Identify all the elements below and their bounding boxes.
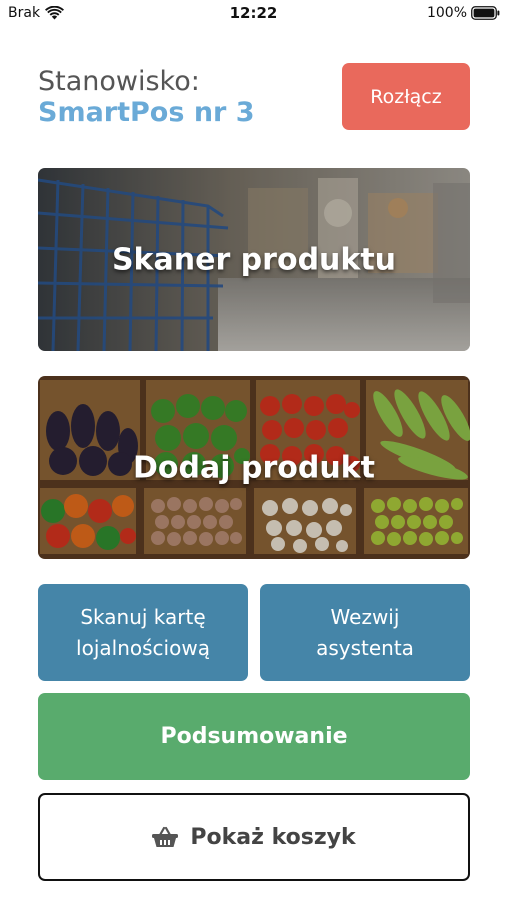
basket-icon — [152, 826, 179, 847]
battery-icon — [471, 6, 500, 20]
disconnect-button[interactable]: Rozłącz — [342, 63, 470, 130]
station-name: SmartPos nr 3 — [38, 97, 255, 128]
station-label: Stanowisko: — [38, 66, 200, 97]
scan-loyalty-card-label-line2: lojalnościową — [76, 635, 210, 660]
call-assistant-label-line1: Wezwij — [330, 604, 400, 629]
battery-percentage: 100% — [426, 5, 467, 21]
show-cart-button[interactable]: Pokaż koszyk — [38, 793, 470, 881]
add-product-label: Dodaj produkt — [133, 450, 375, 485]
call-assistant-button[interactable]: Wezwij asystenta — [260, 584, 470, 681]
scan-product-tile[interactable]: Skaner produktu — [38, 168, 470, 351]
scan-product-label: Skaner produktu — [111, 242, 397, 277]
call-assistant-label-line2: asystenta — [316, 635, 414, 660]
show-cart-label: Pokaż koszyk — [190, 824, 356, 850]
scan-loyalty-card-button[interactable]: Skanuj kartę lojalnościową — [38, 584, 248, 681]
add-product-tile[interactable]: Dodaj produkt — [38, 376, 470, 559]
scan-loyalty-card-label-line1: Skanuj kartę — [80, 604, 206, 629]
app-screen: Brak 12:22 100% Stanowisko: SmartPos nr … — [0, 0, 507, 900]
status-bar: Brak 12:22 100% — [0, 0, 507, 28]
summary-button[interactable]: Podsumowanie — [38, 693, 470, 780]
